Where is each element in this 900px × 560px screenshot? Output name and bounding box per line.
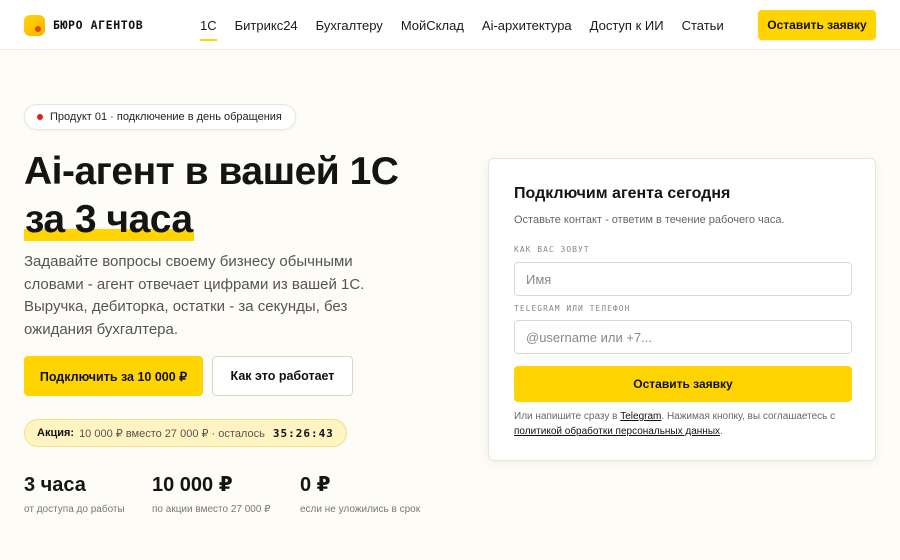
badge-text: Продукт 01 · подключение в день обращени…	[50, 111, 282, 123]
main-nav: 1С Битрикс24 Бухгалтеру МойСклад Ai-архи…	[200, 0, 724, 50]
connect-button[interactable]: Подключить за 10 000 ₽	[24, 356, 203, 396]
name-label: КАК ВАС ЗОВУТ	[514, 245, 590, 254]
logo[interactable]: БЮРО АГЕНТОВ	[24, 14, 143, 36]
note-prefix: Или напишите сразу в	[514, 411, 618, 422]
hero-title-highlight: за 3 часа	[24, 198, 194, 241]
status-dot-icon	[37, 114, 43, 120]
nav-item-ai-access[interactable]: Доступ к ИИ	[590, 18, 664, 33]
header-request-button[interactable]: Оставить заявку	[758, 10, 876, 40]
stat-guarantee: 0 ₽ если не уложились в срок	[300, 472, 420, 515]
submit-request-button[interactable]: Оставить заявку	[514, 366, 852, 402]
form-title: Подключим агента сегодня	[514, 185, 731, 202]
logo-text: БЮРО АГЕНТОВ	[53, 18, 144, 32]
name-input[interactable]	[514, 262, 852, 296]
promo-label: Акция:	[37, 427, 75, 439]
product-badge: Продукт 01 · подключение в день обращени…	[24, 104, 296, 130]
note-middle: . Нажимая кнопку, вы соглашаетесь с	[661, 411, 836, 422]
nav-item-moysklad[interactable]: МойСклад	[401, 18, 464, 33]
nav-item-accountant[interactable]: Бухгалтеру	[316, 18, 383, 33]
site-header: БЮРО АГЕНТОВ 1С Битрикс24 Бухгалтеру Мой…	[0, 0, 900, 50]
promo-banner: Акция: 10 000 ₽ вместо 27 000 ₽ · остало…	[24, 419, 347, 447]
form-note: Или напишите сразу в Telegram. Нажимая к…	[514, 409, 859, 439]
stat-caption: если не уложились в срок	[300, 504, 421, 515]
hero-subtitle: Задавайте вопросы своему бизнесу обычным…	[24, 253, 365, 338]
stat-caption: по акции вместо 27 000 ₽	[152, 504, 271, 515]
stat-time: 3 часа от доступа до работы	[24, 472, 125, 515]
note-suffix: .	[720, 426, 723, 437]
contact-label: TELEGRAM ИЛИ ТЕЛЕФОН	[514, 304, 631, 313]
nav-item-ai-architecture[interactable]: Ai-архитектура	[482, 18, 572, 33]
stat-value: 3 часа	[24, 474, 86, 496]
request-form-card: Подключим агента сегодня Оставьте контак…	[488, 158, 876, 461]
hero-title-line1: Ai-агент в вашей 1С	[24, 150, 399, 193]
telegram-link[interactable]: Telegram	[620, 411, 661, 422]
logo-icon	[24, 14, 45, 36]
stat-value: 0 ₽	[300, 474, 331, 496]
nav-item-articles[interactable]: Статьи	[682, 18, 724, 33]
how-it-works-button[interactable]: Как это работает	[212, 356, 353, 396]
hero-title: Ai-агент в вашей 1С за 3 часа	[24, 148, 464, 244]
stat-caption: от доступа до работы	[24, 504, 125, 515]
promo-countdown: 35:26:43	[272, 426, 334, 440]
promo-text: 10 000 ₽ вместо 27 000 ₽ · осталось	[79, 427, 265, 440]
form-subtitle: Оставьте контакт - ответим в течение раб…	[514, 214, 785, 226]
nav-item-bitrix24[interactable]: Битрикс24	[235, 18, 298, 33]
nav-item-1c[interactable]: 1С	[200, 18, 217, 41]
stat-price: 10 000 ₽ по акции вместо 27 000 ₽	[152, 472, 271, 515]
stat-value: 10 000 ₽	[152, 474, 233, 496]
contact-input[interactable]	[514, 320, 852, 354]
privacy-policy-link[interactable]: политикой обработки персональных данных	[514, 426, 720, 437]
